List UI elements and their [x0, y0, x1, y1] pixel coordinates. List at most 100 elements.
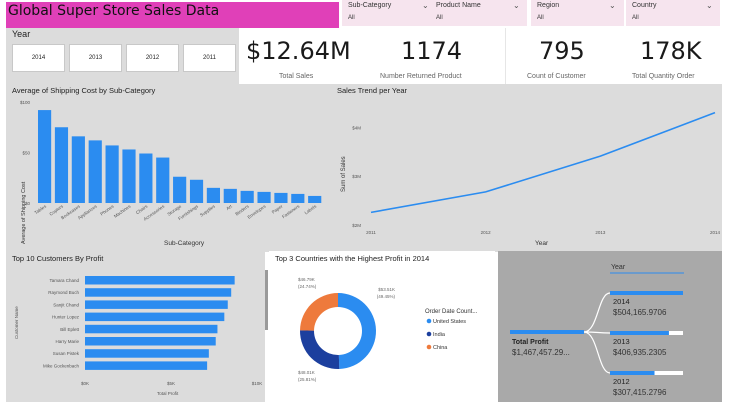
category-label: Harry Marie — [55, 339, 79, 344]
scrollbar-thumb[interactable] — [265, 270, 268, 330]
y-axis-title: Average of Shipping Cost — [21, 181, 27, 244]
x-tick-label: Tables — [34, 203, 48, 215]
slice-united-states — [338, 293, 376, 369]
data-label: (24.74%) — [298, 284, 317, 289]
bar-copiers — [54, 127, 69, 203]
legend-marker — [426, 318, 432, 324]
bar-customer — [85, 361, 208, 370]
y-axis-title: Customer Name — [14, 306, 19, 339]
bar-envelopes — [257, 191, 271, 203]
legend-marker — [426, 344, 432, 350]
node-bar-2014 — [610, 291, 683, 295]
node-value: $307,415.2796 — [613, 388, 667, 397]
kpi-quantity-value: 178K — [640, 37, 702, 65]
year-option-2014[interactable]: 2014 — [12, 44, 65, 72]
chevron-down-icon[interactable]: ⌄ — [422, 1, 429, 10]
x-tick-label: $10K — [252, 381, 263, 386]
root-label: Total Profit — [512, 339, 549, 346]
x-tick-label: 2014 — [710, 230, 721, 235]
bar-customer — [85, 288, 232, 297]
node-label: 2012 — [613, 377, 630, 386]
x-tick-label: 2011 — [366, 230, 376, 235]
bar-customer — [85, 300, 228, 309]
slicer-sub-category[interactable]: Sub-Category All ⌄ — [342, 0, 438, 26]
decomposition-tree: Year Total Profit $1,467,457.29... 2014 $… — [510, 264, 684, 397]
slicer-product-name[interactable]: Product Name All ⌄ — [430, 0, 527, 26]
bar-supplies — [206, 187, 220, 203]
x-tick-label: Fasteners — [281, 203, 301, 219]
kpi-total-sales-label: Total Sales — [279, 73, 314, 80]
page-title: Global Super Store Sales Data — [8, 3, 220, 19]
slicer-value: All — [632, 15, 639, 21]
slicer-label: Region — [537, 2, 560, 9]
bar-art — [223, 188, 237, 203]
slicer-label: Country — [632, 2, 657, 9]
node-label: 2014 — [613, 297, 630, 306]
node-label: 2013 — [613, 337, 630, 346]
slice-china — [300, 293, 338, 331]
y-tick-label: $3M — [352, 174, 361, 179]
root-value: $1,467,457.29... — [512, 348, 570, 357]
bar-customer — [85, 337, 216, 346]
bar-machines — [122, 149, 136, 203]
bar-furnishings — [189, 179, 204, 203]
chevron-down-icon[interactable]: ⌄ — [513, 1, 520, 10]
x-tick-label: $0K — [81, 381, 89, 386]
legend-marker — [426, 331, 432, 337]
kpi-customers-label: Count of Customer — [527, 73, 586, 80]
x-tick-label: Supplies — [199, 203, 217, 217]
slicer-value: All — [537, 15, 544, 21]
x-tick-label: Envelopes — [247, 203, 268, 220]
bar-accessories — [156, 157, 170, 203]
bar-customer — [85, 312, 225, 322]
bar-chairs — [139, 153, 153, 203]
bar-labels — [308, 195, 322, 203]
year-option-2011[interactable]: 2011 — [183, 44, 236, 72]
slicer-label: Product Name — [436, 2, 481, 9]
tree-link — [583, 331, 611, 374]
slicer-region[interactable]: Region All ⌄ — [531, 0, 624, 26]
x-tick-label: $5K — [167, 381, 175, 386]
year-slicer-label: Year — [12, 29, 31, 39]
category-label: Raymond Buch — [48, 290, 79, 295]
bar-appliances — [88, 140, 102, 203]
bar-bookcases — [71, 136, 85, 203]
data-label: $48.01K — [298, 370, 315, 375]
bar-binders — [240, 190, 254, 203]
slicer-country[interactable]: Country All ⌄ — [626, 0, 720, 26]
category-label: Sanjit Chand — [53, 302, 79, 307]
data-label: (25.81%) — [298, 377, 317, 382]
bar-storage — [173, 176, 187, 203]
bar-tables — [38, 110, 52, 203]
node-value: $406,935.2305 — [613, 348, 667, 357]
bar-customer — [85, 324, 218, 334]
category-label: Mike Gockenbach — [43, 363, 80, 368]
y-tick-label: $50 — [22, 151, 30, 156]
x-tick-label: Machines — [113, 203, 132, 219]
y-tick-label: $0 — [25, 201, 31, 206]
year-option-2013[interactable]: 2013 — [69, 44, 122, 72]
kpi-returned-value: 1174 — [401, 37, 463, 65]
node-value: $504,165.9706 — [613, 308, 667, 317]
y-tick-label: $4M — [352, 125, 361, 130]
shipping-cost-chart: Average of Shipping Cost Sub-Category $0… — [20, 100, 322, 247]
root-bar — [510, 330, 584, 334]
bar-customer — [85, 349, 209, 358]
y-axis-title: Sum of Sales — [341, 156, 347, 192]
top-countries-chart: Order Date Count... United States India Ch… — [298, 277, 478, 382]
x-tick-label: Paper — [271, 203, 284, 214]
category-label: Bill Eplett — [60, 327, 80, 332]
data-label: $53.51K — [378, 287, 395, 292]
chevron-down-icon[interactable]: ⌄ — [706, 1, 713, 10]
data-label: (49.45%) — [377, 294, 396, 299]
bar-phones — [105, 145, 119, 203]
x-tick-label: Labels — [304, 203, 318, 215]
x-axis-title: Sub-Category — [164, 240, 205, 247]
x-tick-label: Appliances — [77, 203, 99, 220]
x-tick-label: Art — [225, 203, 233, 211]
legend-label: India — [433, 332, 446, 338]
chevron-down-icon[interactable]: ⌄ — [609, 1, 616, 10]
level-header: Year — [611, 264, 626, 271]
year-option-2012[interactable]: 2012 — [126, 44, 179, 72]
slicer-value: All — [436, 15, 443, 21]
